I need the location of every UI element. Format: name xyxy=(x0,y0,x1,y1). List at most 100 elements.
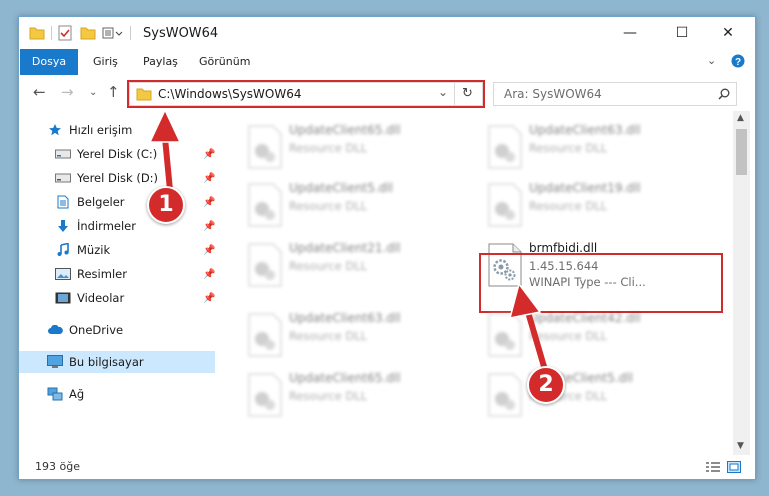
sidebar-item-local-disk-c[interactable]: Yerel Disk (C:) 📌 xyxy=(55,143,217,165)
maximize-button[interactable]: ☐ xyxy=(659,17,705,49)
callout-2: 2 xyxy=(527,366,565,404)
back-button[interactable]: ← xyxy=(33,83,46,101)
file-tile[interactable]: UpdateClient5.dll Resource DLL xyxy=(239,177,469,233)
file-tile[interactable]: UpdateClient21.dll Resource DLL xyxy=(239,237,469,293)
item-count: 193 öğe xyxy=(35,460,80,473)
sidebar-item-local-disk-d[interactable]: Yerel Disk (D:) 📌 xyxy=(55,167,217,189)
tab-file[interactable]: Dosya xyxy=(20,49,78,75)
callout-1: 1 xyxy=(147,186,185,224)
sidebar-item-onedrive[interactable]: OneDrive xyxy=(47,319,123,341)
forward-arrow-icon: → xyxy=(61,83,74,101)
details-view-icon[interactable] xyxy=(705,461,721,473)
file-description: Resource DLL xyxy=(529,199,608,213)
sidebar-item-videos[interactable]: Videolar 📌 xyxy=(55,287,217,309)
ribbon-tabs: Dosya Giriş Paylaş Görünüm ⌄ ? xyxy=(19,49,755,75)
sidebar-item-documents[interactable]: Belgeler 📌 xyxy=(55,191,217,213)
file-name: UpdateClient21.dll xyxy=(289,241,401,255)
star-icon xyxy=(47,122,63,138)
sidebar-item-label: Yerel Disk (C:) xyxy=(77,147,158,161)
music-icon xyxy=(55,242,71,258)
chevron-down-icon: ⌄ xyxy=(89,87,98,98)
sidebar-item-downloads[interactable]: İndirmeler 📌 xyxy=(55,215,217,237)
navigation-bar: ← → ⌄ ↑ C:\Windows\SysWOW64 ⌄ ↻ Ara: Sys… xyxy=(19,75,755,111)
new-folder-icon[interactable] xyxy=(80,26,96,40)
file-tile[interactable]: UpdateClient19.dll Resource DLL xyxy=(479,177,709,233)
sidebar-item-label: İndirmeler xyxy=(77,219,136,233)
quick-access-toolbar xyxy=(29,25,137,41)
file-name: UpdateClient42.dll xyxy=(529,311,641,325)
sidebar-item-this-pc[interactable]: Bu bilgisayar xyxy=(19,351,215,373)
file-name: UpdateClient63.dll xyxy=(289,311,401,325)
tab-view[interactable]: Görünüm xyxy=(189,49,260,75)
file-tile[interactable]: UpdateClient63.dll Resource DLL xyxy=(479,119,709,175)
up-button[interactable]: ↑ xyxy=(107,83,120,101)
file-name: UpdateClient65.dll xyxy=(289,123,401,137)
search-input[interactable]: Ara: SysWOW64 xyxy=(493,82,737,106)
recent-locations-button[interactable]: ⌄ xyxy=(89,87,97,98)
tab-home[interactable]: Giriş xyxy=(83,49,128,75)
pin-icon: 📌 xyxy=(203,148,216,160)
file-name: UpdateClient5.dll xyxy=(289,181,393,195)
file-list: UpdateClient65.dll Resource DLL UpdateCl… xyxy=(217,111,731,455)
highlight-file-box xyxy=(479,253,723,313)
dll-file-icon xyxy=(488,183,522,227)
sidebar-item-label: OneDrive xyxy=(69,323,124,337)
pin-icon: 📌 xyxy=(203,244,216,256)
file-description: Resource DLL xyxy=(529,141,608,155)
pin-icon: 📌 xyxy=(203,292,216,304)
tab-share[interactable]: Paylaş xyxy=(133,49,188,75)
file-tile[interactable]: UpdateClient5.dll Resource DLL xyxy=(479,367,709,423)
properties-icon[interactable] xyxy=(58,25,72,41)
sidebar-item-label: Ağ xyxy=(69,387,85,401)
sidebar-item-network[interactable]: Ağ xyxy=(47,383,84,405)
dll-file-icon xyxy=(248,243,282,287)
scroll-up-icon[interactable]: ▲ xyxy=(737,113,744,123)
file-description: Resource DLL xyxy=(289,259,368,273)
close-icon: ✕ xyxy=(722,25,734,41)
search-placeholder: Ara: SysWOW64 xyxy=(504,87,602,101)
expand-ribbon-button[interactable]: ⌄ xyxy=(707,54,716,67)
pin-icon: 📌 xyxy=(203,268,216,280)
vertical-scrollbar[interactable]: ▲ ▼ xyxy=(733,111,750,455)
scroll-thumb[interactable] xyxy=(736,129,747,175)
dll-file-icon xyxy=(488,373,522,417)
sidebar-item-label: Yerel Disk (D:) xyxy=(77,171,159,185)
scroll-down-icon[interactable]: ▼ xyxy=(737,441,744,451)
drive-icon xyxy=(55,170,71,186)
sidebar-item-label: Belgeler xyxy=(77,195,125,209)
pictures-icon xyxy=(55,266,71,282)
minimize-button[interactable]: — xyxy=(607,17,653,49)
up-arrow-icon: ↑ xyxy=(107,83,120,101)
download-icon xyxy=(55,218,71,234)
file-tile[interactable]: UpdateClient63.dll Resource DLL xyxy=(239,307,469,363)
maximize-icon: ☐ xyxy=(675,25,689,41)
videos-icon xyxy=(55,290,71,306)
file-tile[interactable]: UpdateClient42.dll Resource DLL xyxy=(479,307,709,363)
sidebar-item-music[interactable]: Müzik 📌 xyxy=(55,239,217,261)
forward-button[interactable]: → xyxy=(61,83,74,101)
sidebar-item-label: Videolar xyxy=(77,291,125,305)
file-description: Resource DLL xyxy=(289,199,368,213)
chevron-down-icon: ⌄ xyxy=(707,54,717,67)
help-button[interactable]: ? xyxy=(731,54,745,71)
file-tile[interactable]: UpdateClient65.dll Resource DLL xyxy=(239,119,469,175)
sidebar-item-label: Müzik xyxy=(77,243,111,257)
close-button[interactable]: ✕ xyxy=(705,17,751,49)
highlight-address-box xyxy=(127,80,485,108)
customize-toolbar-icon[interactable] xyxy=(102,26,124,40)
sidebar-item-quick-access[interactable]: Hızlı erişim xyxy=(47,119,132,141)
dll-file-icon xyxy=(488,313,522,357)
file-name: UpdateClient65.dll xyxy=(289,371,401,385)
sidebar-item-label: Resimler xyxy=(77,267,127,281)
sidebar-item-pictures[interactable]: Resimler 📌 xyxy=(55,263,217,285)
pin-icon: 📌 xyxy=(203,220,216,232)
help-icon: ? xyxy=(731,54,745,68)
file-description: Resource DLL xyxy=(289,329,368,343)
folder-icon[interactable] xyxy=(29,26,45,40)
dll-file-icon xyxy=(248,373,282,417)
sidebar-item-label: Hızlı erişim xyxy=(69,123,133,137)
window-title: SysWOW64 xyxy=(143,26,219,41)
file-tile[interactable]: UpdateClient65.dll Resource DLL xyxy=(239,367,469,423)
large-icons-view-icon[interactable] xyxy=(727,461,741,473)
search-icon xyxy=(718,88,730,100)
